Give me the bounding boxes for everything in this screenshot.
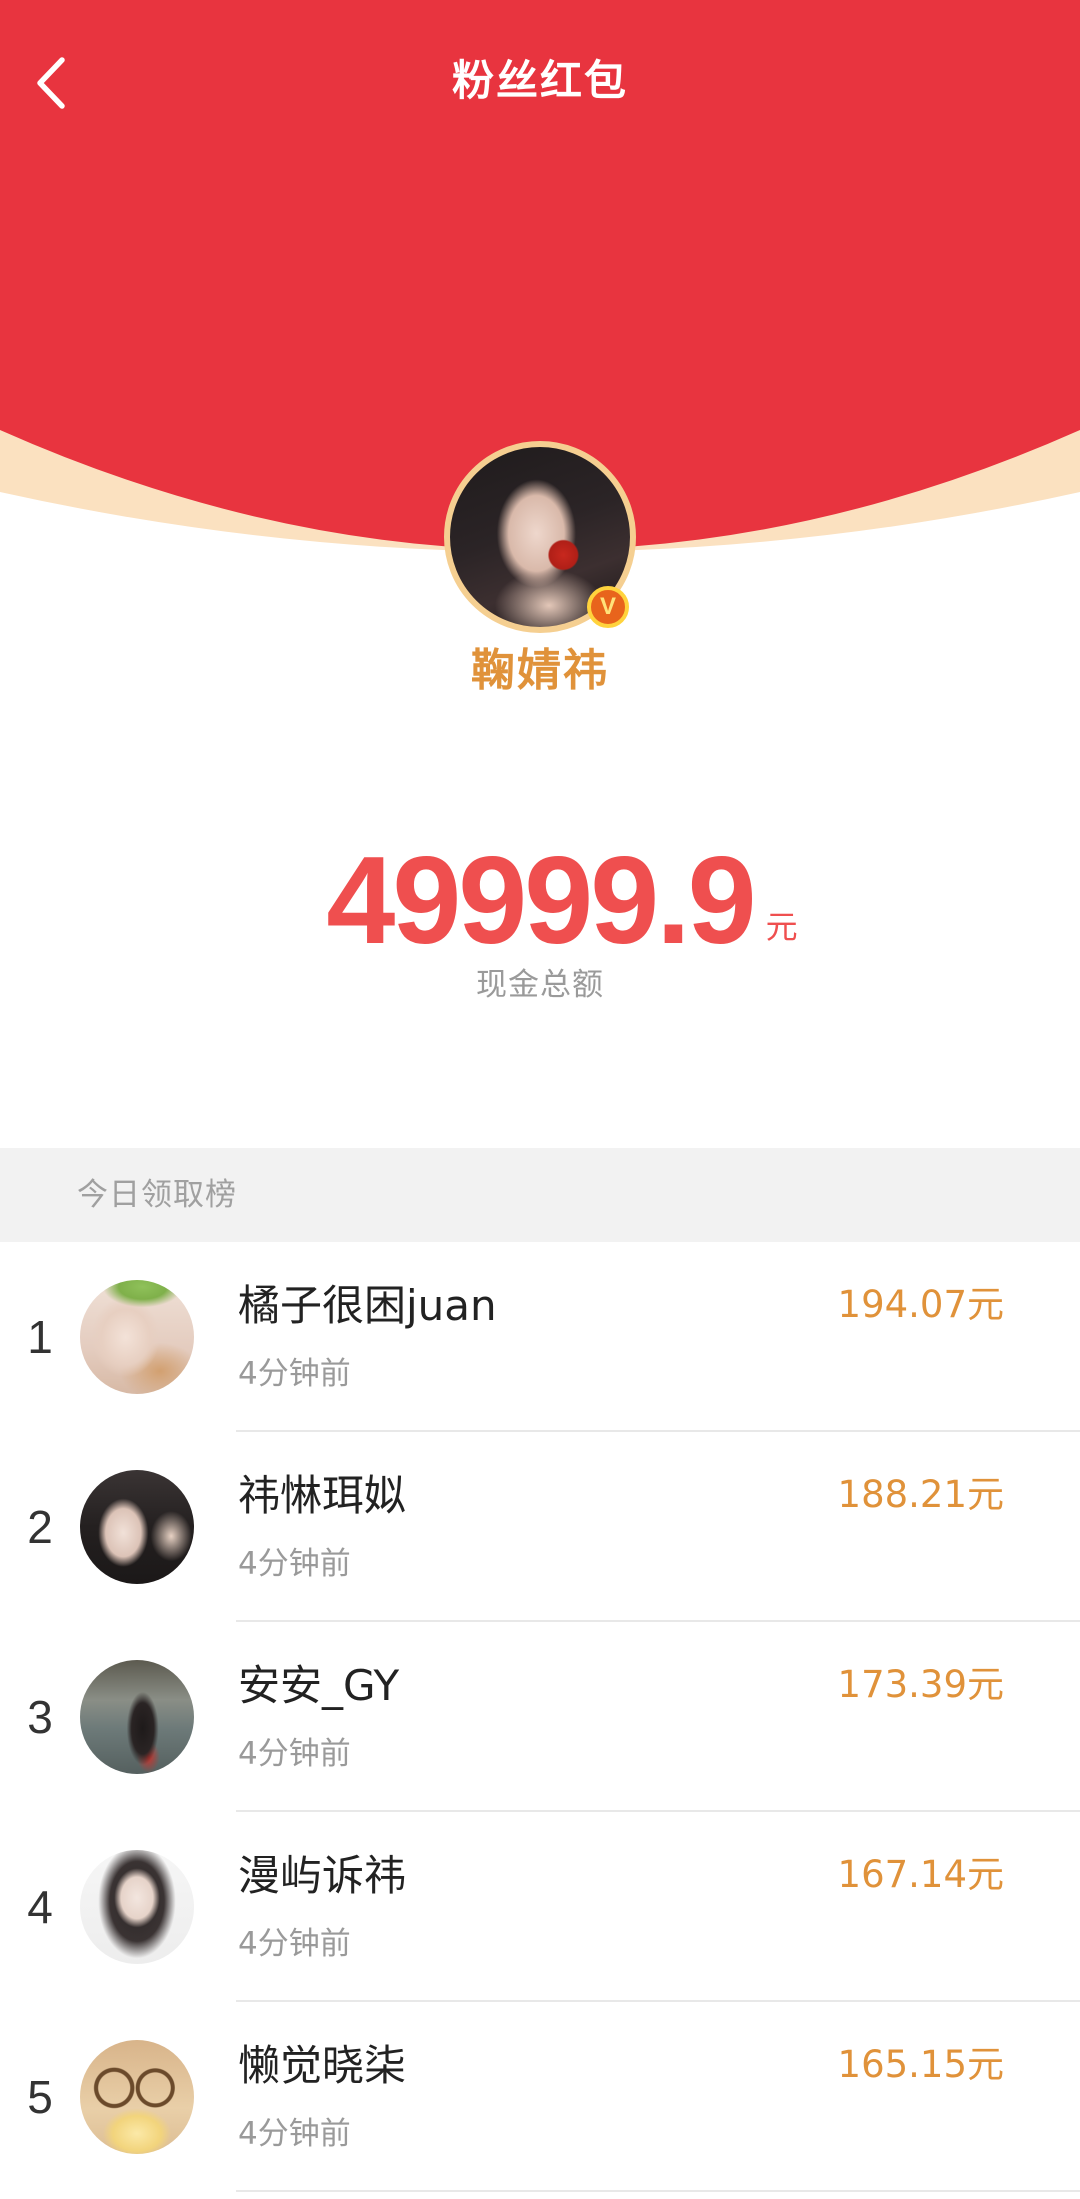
claim-time: 4分钟前 [238, 1356, 351, 1392]
ranking-row[interactable]: 4 漫屿诉祎 4分钟前 167.14元 [0, 1812, 1080, 2002]
verified-badge-icon: V [587, 586, 629, 628]
creator-name[interactable]: 鞠婧祎 [0, 644, 1080, 698]
user-name: 懒觉晓柒 [238, 2041, 407, 2090]
user-avatar[interactable] [80, 1850, 194, 1964]
user-avatar[interactable] [80, 1660, 194, 1774]
user-name: 漫屿诉祎 [238, 1851, 407, 1900]
ranking-row[interactable]: 5 懒觉晓柒 4分钟前 165.15元 [0, 2002, 1080, 2192]
total-unit: 元 [765, 908, 798, 946]
total-amount-row: 49999.9 元 [0, 839, 1080, 963]
claim-amount: 167.14元 [837, 1853, 1004, 1896]
claim-amount: 194.07元 [837, 1283, 1004, 1326]
claim-time: 4分钟前 [238, 2116, 351, 2152]
ranking-row[interactable]: 3 安安_GY 4分钟前 173.39元 [0, 1622, 1080, 1812]
total-amount: 49999.9 [326, 832, 756, 970]
claim-amount: 188.21元 [837, 1473, 1004, 1516]
rank-number: 4 [27, 1881, 53, 1933]
rank-number: 2 [27, 1501, 53, 1553]
user-avatar[interactable] [80, 1470, 194, 1584]
user-name: 祎惏珥姒 [238, 1471, 407, 1520]
user-avatar[interactable] [80, 1280, 194, 1394]
total-label: 现金总额 [476, 967, 604, 1003]
rank-number: 3 [27, 1691, 53, 1743]
row-divider [236, 2190, 1080, 2192]
claim-time: 4分钟前 [238, 1736, 351, 1772]
user-name: 安安_GY [238, 1661, 400, 1710]
claim-amount: 165.15元 [837, 2043, 1004, 2086]
claim-time: 4分钟前 [238, 1546, 351, 1582]
user-name: 橘子很困juan [238, 1281, 497, 1330]
rank-number: 5 [27, 2071, 53, 2123]
ranking-row[interactable]: 2 祎惏珥姒 4分钟前 188.21元 [0, 1432, 1080, 1622]
claim-time: 4分钟前 [238, 1926, 351, 1962]
ranking-header: 今日领取榜 [0, 1148, 1080, 1242]
ranking-row[interactable]: 1 橘子很困juan 4分钟前 194.07元 [0, 1242, 1080, 1432]
page-title: 粉丝红包 [451, 56, 628, 105]
user-avatar[interactable] [80, 2040, 194, 2154]
claim-amount: 173.39元 [837, 1663, 1004, 1706]
rank-number: 1 [27, 1311, 53, 1363]
ranking-title: 今日领取榜 [77, 1177, 237, 1213]
